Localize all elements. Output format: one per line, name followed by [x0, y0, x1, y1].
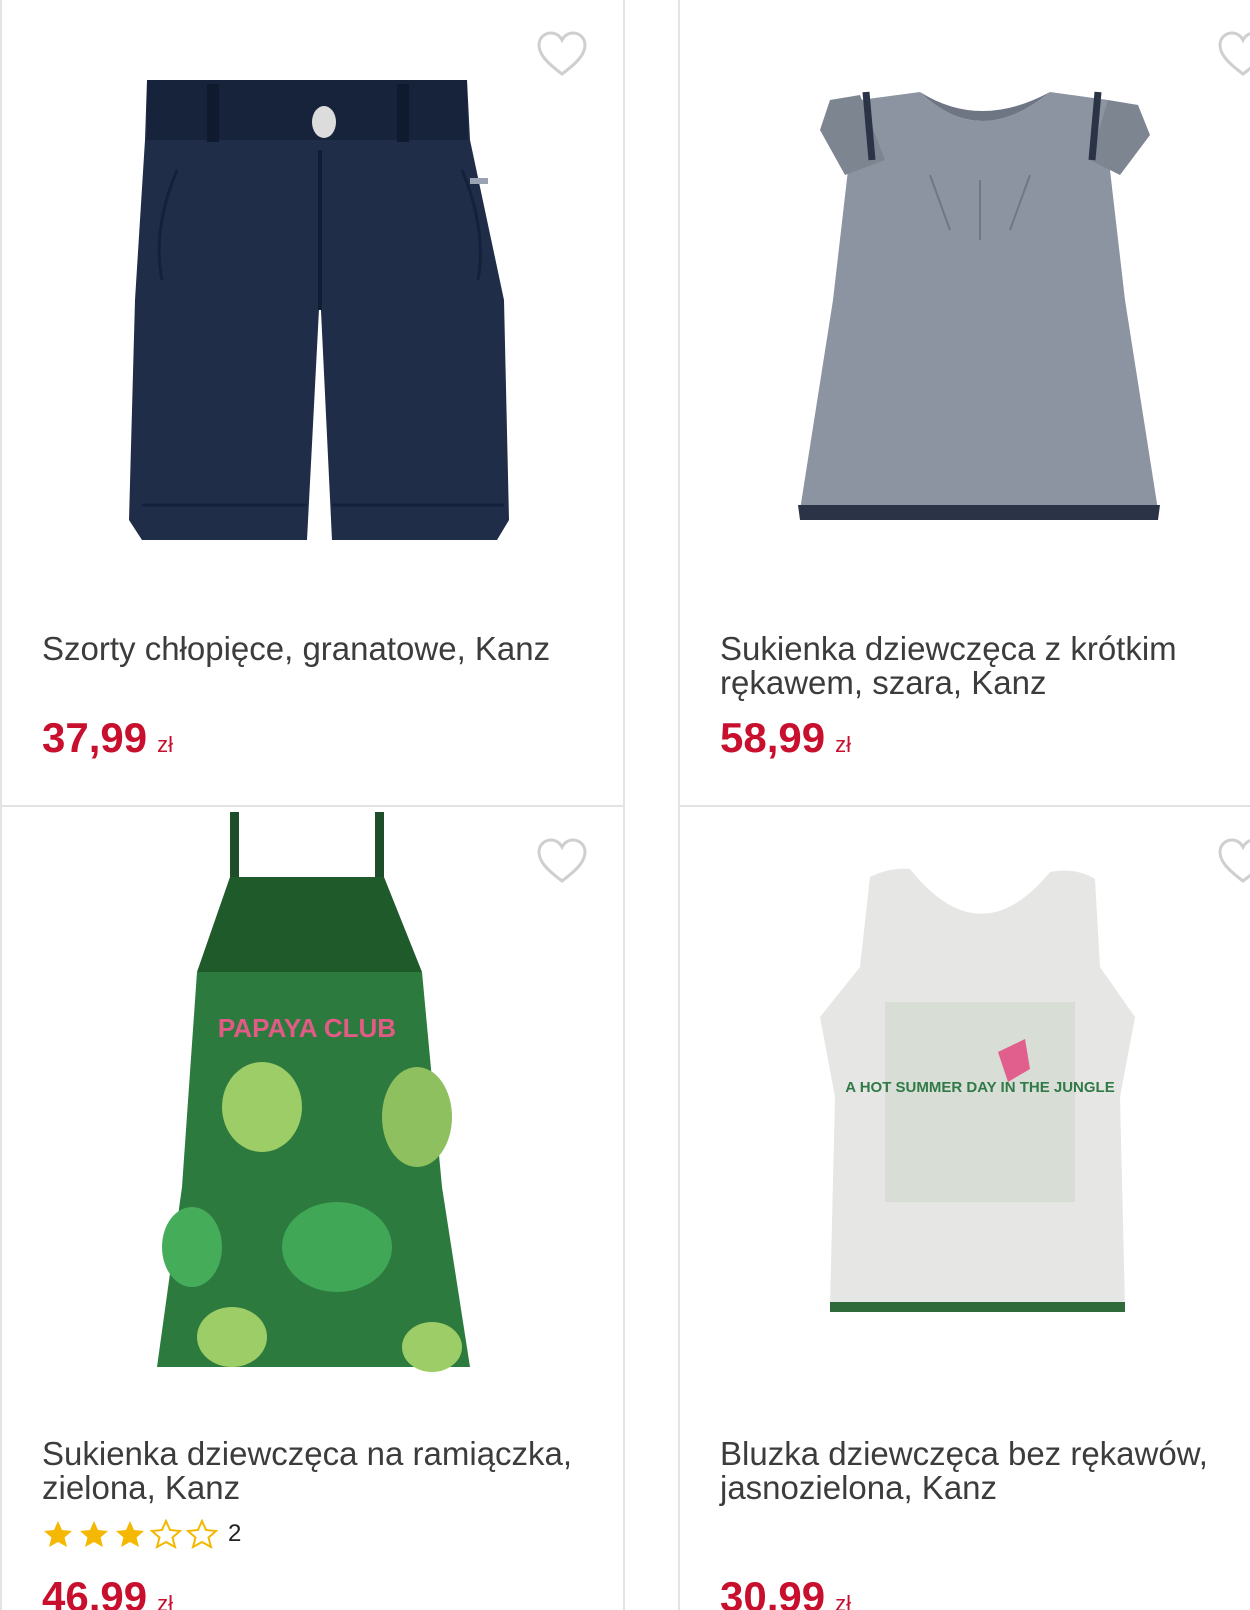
product-card[interactable]: A HOT SUMMER DAY IN THE JUNGLE Bluzka dz… [678, 805, 1250, 1610]
product-title[interactable]: Sukienka dziewczęca z krótkim rękawem, s… [720, 632, 1250, 700]
white-tank-top-image: A HOT SUMMER DAY IN THE JUNGLE [820, 868, 1135, 1312]
product-price: 46,99 zł [42, 1573, 173, 1610]
product-grid: Szorty chłopięce, granatowe, Kanz 37,99 z… [0, 0, 1250, 1610]
star-empty-icon [150, 1519, 182, 1549]
print-text: A HOT SUMMER DAY IN THE JUNGLE [845, 1079, 1114, 1096]
navy-shorts-image [129, 80, 509, 540]
product-title[interactable]: Sukienka dziewczęca na ramiączka, zielon… [42, 1437, 582, 1505]
product-card[interactable]: PAPAYA CLUB Sukienka dziewczęca na ramią… [0, 805, 625, 1610]
price-currency: zł [835, 1591, 851, 1610]
grey-dress-image [798, 91, 1160, 520]
price-currency: zł [157, 1591, 173, 1610]
green-dress-image: PAPAYA CLUB [157, 812, 470, 1372]
print-text: PAPAYA CLUB [218, 1013, 396, 1043]
product-image[interactable] [680, 0, 1250, 600]
star-empty-icon [186, 1519, 218, 1549]
add-to-favorites-button[interactable] [536, 837, 588, 885]
heart-icon [1218, 838, 1250, 883]
product-card[interactable]: Sukienka dziewczęca z krótkim rękawem, s… [678, 0, 1250, 807]
product-image[interactable] [2, 0, 623, 600]
price-currency: zł [835, 732, 851, 757]
star-filled-icon [80, 1521, 108, 1547]
review-count: 2 [228, 1520, 242, 1547]
product-card[interactable]: Szorty chłopięce, granatowe, Kanz 37,99 z… [0, 0, 625, 807]
price-value: 46,99 [42, 1573, 148, 1610]
star-filled-icon [116, 1521, 144, 1547]
add-to-favorites-button[interactable] [1217, 30, 1250, 78]
heart-icon [1218, 31, 1250, 76]
product-image[interactable]: A HOT SUMMER DAY IN THE JUNGLE [680, 807, 1250, 1407]
price-value: 37,99 [42, 714, 148, 761]
product-price: 37,99 zł [42, 714, 173, 762]
product-price: 58,99 zł [720, 714, 851, 762]
price-currency: zł [157, 732, 173, 757]
product-title[interactable]: Bluzka dziewczęca bez rękawów, jasnoziel… [720, 1437, 1250, 1505]
product-image[interactable]: PAPAYA CLUB [2, 807, 623, 1407]
product-title[interactable]: Szorty chłopięce, granatowe, Kanz [42, 632, 582, 666]
heart-icon [537, 31, 587, 76]
product-rating[interactable]: 2 [42, 1519, 241, 1549]
heart-icon [537, 838, 587, 883]
price-value: 30,99 [720, 1573, 826, 1610]
price-value: 58,99 [720, 714, 826, 761]
add-to-favorites-button[interactable] [536, 30, 588, 78]
add-to-favorites-button[interactable] [1217, 837, 1250, 885]
product-price: 30,99 zł [720, 1573, 851, 1610]
star-filled-icon [44, 1521, 72, 1547]
